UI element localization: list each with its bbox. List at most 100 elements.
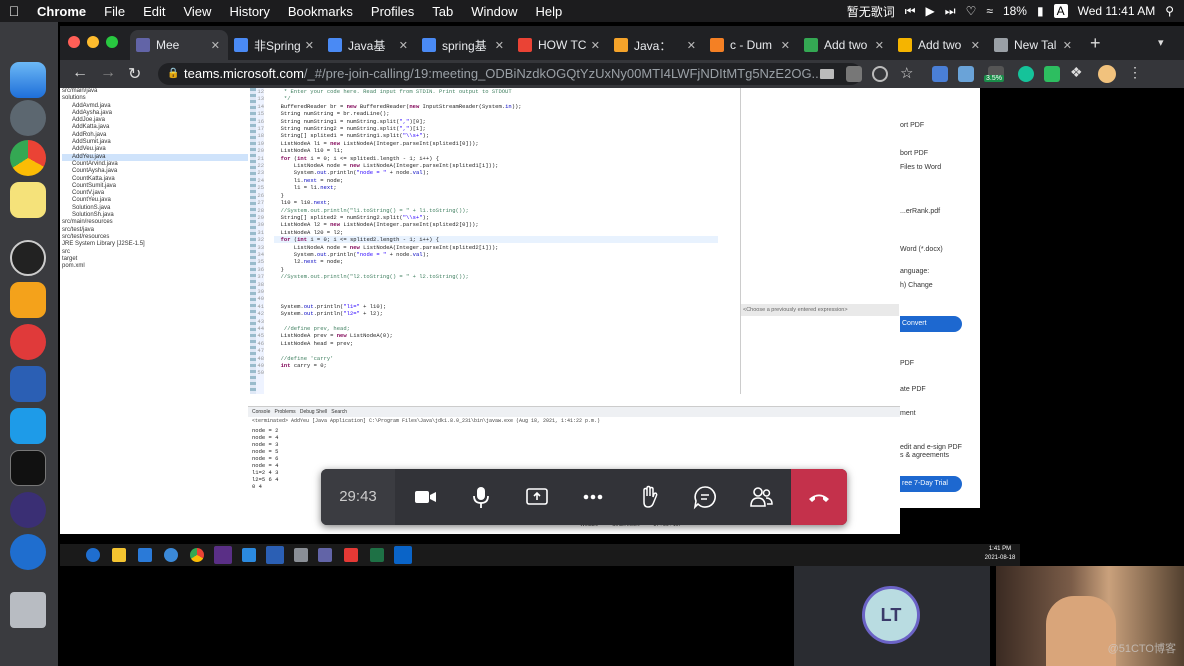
word-taskbar-icon[interactable]: [266, 546, 284, 564]
browser-tab[interactable]: Mee ✕: [130, 30, 228, 60]
close-window-icon[interactable]: [68, 36, 80, 48]
play-icon[interactable]: ▶: [926, 4, 935, 18]
close-tab-icon[interactable]: ✕: [305, 39, 314, 52]
close-tab-icon[interactable]: ✕: [591, 39, 600, 52]
browser-tab[interactable]: Java基 ✕: [322, 30, 416, 60]
package-tree-item[interactable]: AddSumit.java: [62, 139, 248, 146]
launchpad-icon[interactable]: [10, 100, 46, 136]
browser-tab[interactable]: Java： ✕: [608, 30, 704, 60]
zoom-icon[interactable]: [872, 66, 888, 82]
extensions-puzzle-icon[interactable]: ❖: [1070, 64, 1083, 81]
package-tree-item[interactable]: solutions: [62, 95, 248, 102]
package-tree-item[interactable]: src/main/java: [62, 88, 248, 95]
previous-track-icon[interactable]: ⏮: [905, 4, 916, 19]
package-tree-item[interactable]: AddAvmd.java: [62, 103, 248, 110]
package-tree-item[interactable]: JRE System Library [J2SE-1.5]: [62, 241, 248, 248]
back-icon[interactable]: ←: [72, 64, 88, 82]
package-tree-item[interactable]: CountSumit.java: [62, 183, 248, 190]
teams-taskbar-icon[interactable]: [318, 548, 332, 562]
sublime-text-icon[interactable]: [10, 282, 46, 318]
spotlight-search-icon[interactable]: ⚲: [1165, 4, 1174, 18]
browser-tab[interactable]: 非Spring ✕: [228, 30, 322, 60]
next-track-icon[interactable]: ⏭: [945, 4, 956, 19]
package-tree-item[interactable]: AddRoh.java: [62, 132, 248, 139]
menu-app-name[interactable]: Chrome: [28, 4, 95, 19]
package-tree-item[interactable]: SolutionS.java: [62, 205, 248, 212]
menu-bookmarks[interactable]: Bookmarks: [279, 4, 362, 19]
apple-menu-icon[interactable]: : [0, 3, 28, 19]
more-actions-button[interactable]: [565, 469, 621, 525]
gyroflow-icon[interactable]: [10, 240, 46, 276]
menu-tab[interactable]: Tab: [423, 4, 462, 19]
netease-music-icon[interactable]: [10, 324, 46, 360]
minimize-window-icon[interactable]: [87, 36, 99, 48]
close-tab-icon[interactable]: ✕: [875, 39, 884, 52]
package-tree-item[interactable]: CountKatta.java: [62, 176, 248, 183]
menubar-clock[interactable]: Wed 11:41 AM: [1078, 4, 1156, 18]
package-tree-item[interactable]: AddJoe.java: [62, 117, 248, 124]
package-tree-item[interactable]: CountV.java: [62, 190, 248, 197]
convert-button[interactable]: Convert: [900, 316, 962, 332]
package-tree-item[interactable]: AddAysha.java: [62, 110, 248, 117]
edge-taskbar-icon[interactable]: [86, 548, 100, 562]
zoom-window-icon[interactable]: [106, 36, 118, 48]
package-tree-item[interactable]: AddVeu.java: [62, 146, 248, 153]
notes-icon[interactable]: [10, 182, 46, 218]
trash-icon[interactable]: [10, 592, 46, 628]
screenshot-extension-icon[interactable]: [932, 66, 948, 82]
menu-edit[interactable]: Edit: [134, 4, 174, 19]
chat-button[interactable]: [677, 469, 733, 525]
package-tree-item[interactable]: src/test/resources: [62, 234, 248, 241]
raise-hand-button[interactable]: [621, 469, 677, 525]
microphone-button[interactable]: [453, 469, 509, 525]
free-trial-button[interactable]: ree 7-Day Trial: [900, 476, 962, 492]
package-tree-item[interactable]: CountAysha.java: [62, 168, 248, 175]
tab-problems[interactable]: Problems: [275, 409, 296, 415]
edge-icon[interactable]: [10, 534, 46, 570]
tab-search[interactable]: Search: [331, 409, 347, 415]
evernote-icon[interactable]: [1044, 66, 1060, 82]
package-tree-item[interactable]: src/main/resources: [62, 219, 248, 226]
translate-icon[interactable]: [846, 66, 862, 82]
forward-icon[interactable]: →: [100, 64, 116, 82]
mail-taskbar-icon[interactable]: [138, 548, 152, 562]
grammarly-icon[interactable]: [1018, 66, 1034, 82]
word-icon[interactable]: [10, 366, 46, 402]
package-tree-item[interactable]: CountArvind.java: [62, 161, 248, 168]
tab-search-icon[interactable]: ▾: [1158, 36, 1164, 49]
reload-icon[interactable]: ↻: [128, 64, 141, 84]
bookmark-star-icon[interactable]: ☆: [900, 64, 913, 82]
package-tree-item[interactable]: SolutionSh.java: [62, 212, 248, 219]
expression-selector[interactable]: <Choose a previously entered expression>: [741, 304, 899, 316]
menu-profiles[interactable]: Profiles: [362, 4, 423, 19]
browser-tab[interactable]: c - Dum ✕: [704, 30, 798, 60]
browser-tab[interactable]: Add two ✕: [892, 30, 988, 60]
close-tab-icon[interactable]: ✕: [211, 39, 220, 52]
browser-tab[interactable]: Add two ✕: [798, 30, 892, 60]
participant-tile[interactable]: LT: [794, 566, 990, 666]
close-tab-icon[interactable]: ✕: [971, 39, 980, 52]
eclipse-taskbar-icon[interactable]: [214, 546, 232, 564]
package-tree-item[interactable]: target: [62, 256, 248, 263]
close-tab-icon[interactable]: ✕: [495, 39, 504, 52]
terminal-icon[interactable]: [10, 450, 46, 486]
share-screen-button[interactable]: [509, 469, 565, 525]
menu-history[interactable]: History: [220, 4, 278, 19]
package-tree-item[interactable]: src/test/java: [62, 227, 248, 234]
heart-icon[interactable]: ♡: [966, 4, 977, 18]
close-tab-icon[interactable]: ✕: [781, 39, 790, 52]
self-video-tile[interactable]: @51CTO博客: [996, 566, 1184, 666]
battery-icon[interactable]: ▮: [1037, 4, 1044, 18]
eclipse-icon[interactable]: [10, 492, 46, 528]
tab-console[interactable]: Console: [252, 409, 270, 415]
browser-tab[interactable]: spring基 ✕: [416, 30, 512, 60]
close-tab-icon[interactable]: ✕: [1063, 39, 1072, 52]
finder-icon[interactable]: [10, 62, 46, 98]
snip-taskbar-icon[interactable]: [242, 548, 256, 562]
wifi-icon[interactable]: ≈: [986, 4, 993, 18]
excel-taskbar-icon[interactable]: [370, 548, 384, 562]
menu-window[interactable]: Window: [462, 4, 526, 19]
chrome-taskbar-icon[interactable]: [190, 548, 204, 562]
browser-taskbar-icon[interactable]: [164, 548, 178, 562]
participants-button[interactable]: [733, 469, 789, 525]
